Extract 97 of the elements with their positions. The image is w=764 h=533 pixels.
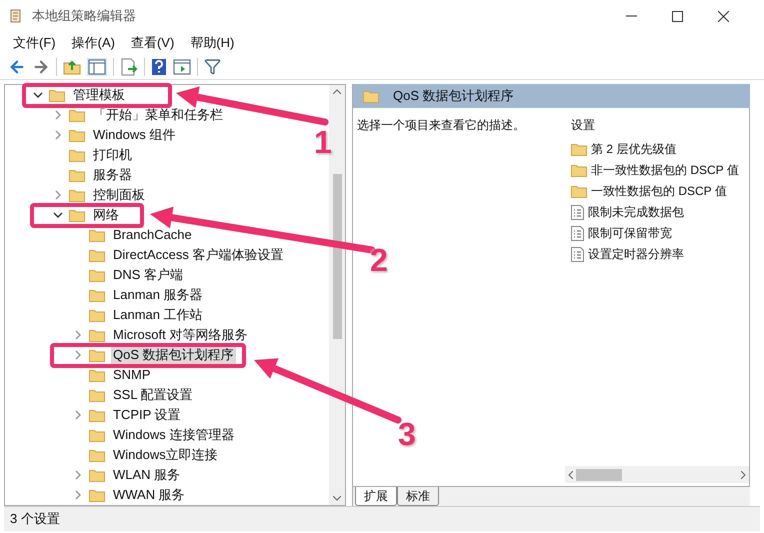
folder-icon	[89, 288, 105, 302]
tree-item[interactable]: TCPIP 设置	[111, 405, 183, 425]
tree-item[interactable]: 网络	[91, 205, 121, 225]
folder-icon	[89, 308, 105, 322]
scroll-thumb[interactable]	[332, 174, 342, 339]
description-text: 选择一个项目来查看它的描述。	[357, 118, 525, 132]
chevron-right-icon[interactable]	[73, 350, 83, 360]
tree-item[interactable]: 管理模板	[71, 85, 127, 105]
folder-icon	[571, 184, 587, 198]
scroll-thumb[interactable]	[576, 468, 622, 480]
document-icon	[571, 204, 584, 220]
panel-icon[interactable]	[87, 58, 107, 76]
tree-item[interactable]: SNMP	[111, 365, 153, 385]
folder-icon	[89, 368, 105, 382]
callout-number: 2	[370, 244, 388, 276]
menu-item[interactable]: 文件(F)	[6, 33, 63, 53]
chevron-right-icon[interactable]	[73, 330, 83, 340]
header-title: QoS 数据包计划程序	[393, 87, 514, 106]
tree-item[interactable]: 服务器	[91, 165, 134, 185]
view-tab[interactable]: 扩展	[355, 487, 397, 506]
folder-icon	[89, 408, 105, 422]
tree-item[interactable]: 打印机	[91, 145, 134, 165]
tree-item[interactable]: WLAN 服务	[111, 465, 182, 485]
setting-item[interactable]: 第 2 层优先级值	[591, 140, 676, 158]
menu-item[interactable]: 帮助(H)	[183, 33, 242, 53]
chevron-down-icon[interactable]	[33, 90, 43, 100]
folder-up-icon[interactable]	[63, 58, 81, 74]
chevron-down-icon[interactable]	[53, 210, 63, 220]
window-title: 本地组策略编辑器	[32, 7, 136, 26]
minimize-icon	[626, 15, 636, 17]
folder-icon	[89, 468, 105, 482]
help-icon[interactable]	[151, 58, 167, 76]
forward-icon[interactable]	[32, 58, 50, 76]
folder-icon	[69, 188, 85, 202]
chevron-right-icon[interactable]	[73, 470, 83, 480]
tree-item[interactable]: WWAN 服务	[111, 485, 187, 505]
folder-icon	[89, 388, 105, 402]
tree-item[interactable]: Windows立即连接	[111, 445, 220, 465]
scroll-left-icon[interactable]	[568, 470, 573, 478]
menu-item[interactable]: 操作(A)	[64, 33, 122, 53]
close-icon	[718, 10, 728, 22]
status-text: 3 个设置	[10, 510, 60, 528]
setting-item[interactable]: 限制未完成数据包	[588, 203, 684, 221]
menu-item[interactable]: 查看(V)	[124, 33, 182, 53]
folder-icon	[69, 208, 85, 222]
scroll-down-icon[interactable]	[333, 496, 341, 501]
tree-item[interactable]: DNS 客户端	[111, 265, 186, 285]
folder-icon	[363, 90, 379, 102]
setting-item[interactable]: 设置定时器分辨率	[588, 245, 684, 263]
folder-icon	[89, 488, 105, 502]
folder-icon	[69, 168, 85, 182]
tree-item[interactable]: DirectAccess 客户端体验设置	[111, 245, 286, 265]
tree-item[interactable]: 控制面板	[91, 185, 147, 205]
chevron-right-icon[interactable]	[53, 110, 63, 120]
view-tab[interactable]: 标准	[397, 487, 439, 506]
tree-item[interactable]: Windows 连接管理器	[111, 425, 236, 445]
folder-icon	[69, 108, 85, 122]
document-icon	[571, 246, 584, 262]
chevron-right-icon[interactable]	[53, 130, 63, 140]
folder-icon	[89, 228, 105, 242]
tree-item[interactable]: BranchCache	[111, 225, 194, 245]
callout-number: 1	[314, 126, 332, 158]
folder-icon	[69, 148, 85, 162]
scrollbar[interactable]	[329, 85, 345, 505]
folder-icon	[89, 268, 105, 282]
callout-number: 3	[398, 418, 416, 450]
folder-icon	[89, 428, 105, 442]
folder-icon	[571, 164, 587, 176]
folder-icon	[89, 328, 105, 342]
panel-icon[interactable]	[173, 58, 191, 76]
tree-item[interactable]: Lanman 工作站	[111, 305, 205, 325]
scroll-up-icon[interactable]	[333, 89, 341, 94]
tree-item[interactable]: Microsoft 对等网络服务	[111, 325, 250, 345]
filter-icon[interactable]	[204, 58, 221, 75]
chevron-right-icon[interactable]	[53, 190, 63, 200]
folder-icon	[89, 448, 105, 462]
folder-icon	[49, 88, 65, 102]
export-icon[interactable]	[120, 58, 138, 76]
chevron-right-icon[interactable]	[73, 490, 83, 500]
tree-item[interactable]: Windows 组件	[91, 125, 178, 145]
setting-item[interactable]: 一致性数据包的 DSCP 值	[591, 182, 727, 200]
setting-item[interactable]: 限制可保留带宽	[588, 224, 672, 242]
scroll-right-icon[interactable]	[741, 470, 746, 478]
tree-item[interactable]: SSL 配置设置	[111, 385, 195, 405]
back-icon[interactable]	[8, 58, 26, 76]
tree-item[interactable]: Lanman 服务器	[111, 285, 205, 305]
folder-icon	[89, 348, 105, 362]
folder-icon	[89, 248, 105, 262]
tree-item[interactable]: 「开始」菜单和任务栏	[91, 105, 225, 125]
horizontal-scrollbar[interactable]	[565, 466, 749, 483]
maximize-icon	[672, 10, 682, 22]
folder-icon	[571, 142, 587, 156]
setting-item[interactable]: 非一致性数据包的 DSCP 值	[591, 161, 739, 179]
document-icon	[571, 226, 584, 240]
folder-icon	[69, 128, 85, 142]
chevron-right-icon[interactable]	[73, 410, 83, 420]
column-header: 设置	[571, 117, 596, 134]
